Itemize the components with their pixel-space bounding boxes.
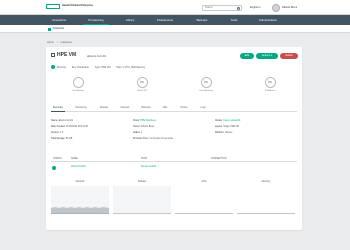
delete-button[interactable]: Delete: [280, 52, 298, 59]
type-text: Type: HPE VM: [94, 65, 111, 69]
language-selector[interactable]: English ▾: [250, 6, 261, 9]
prop-provision-time: Provision Time: 11 minutes 10 seconds: [133, 138, 173, 140]
stat-label: Used Memory: [199, 89, 213, 92]
cloud-link[interactable]: HPE Morpheus: [140, 120, 156, 122]
breadcrumb-home[interactable]: Home: [47, 41, 54, 44]
prop-date-created: Date Created: 11/15/2024 08:14 PM: [51, 126, 88, 128]
logo-text: Hewlett Packard Enterprise: [62, 3, 93, 7]
chart-memory-area: [237, 186, 295, 214]
monitoring-charts: Network Storage CPU Memory: [51, 180, 297, 226]
instance-detail-card: HPE VM alberto-hvm01 Edit Actions ▾ Dele…: [46, 47, 302, 230]
prop-nodes: Nodes: 1: [133, 132, 143, 134]
nav-item-infrastructure[interactable]: Infrastructure: [152, 15, 178, 25]
col-connection: CONNECTION: [211, 157, 227, 160]
stat-ip-address: 0% IP Address: [250, 77, 290, 92]
language-label: English: [250, 5, 259, 9]
nav-item-administration[interactable]: Administration: [253, 15, 283, 25]
nav-item-tools[interactable]: Tools: [227, 15, 241, 25]
instances-icon: [48, 27, 51, 31]
avatar: [272, 3, 280, 12]
prop-layout: Layout: Single HPE VM: [215, 126, 240, 128]
instance-meta: Running Env: Production Type: HPE VM Pla…: [51, 65, 151, 69]
cluster-link[interactable]: hpevm-cluster01: [224, 120, 241, 122]
stat-used-cpu: 0% Used CPU: [122, 77, 162, 92]
nav-item-backups[interactable]: Backups: [193, 15, 211, 25]
environment-text: Env: Production: [71, 65, 89, 69]
prop-name: Name: alberto-hvm01: [51, 120, 74, 122]
stat-label: Used CPU: [136, 89, 148, 92]
breadcrumb-instances[interactable]: Instances: [61, 41, 72, 44]
stat-circle: [72, 77, 84, 88]
page-title: HPE VM: [57, 52, 77, 58]
chart-title: Memory: [261, 180, 271, 183]
plan-text: Plan: 1 CPU, 8GB Memory: [116, 65, 146, 69]
prop-total-storage: Total Storage: 50 GB: [51, 138, 73, 140]
tab-monitoring[interactable]: Monitoring: [72, 106, 90, 112]
tab-wiki[interactable]: Wiki: [160, 106, 170, 112]
breadcrumb-separator: /: [56, 41, 58, 44]
tab-summary[interactable]: Summary: [51, 106, 65, 112]
chevron-down-icon: ▾: [258, 5, 261, 9]
chart-memory: Memory: [237, 180, 295, 224]
instance-name: alberto-hvm01: [87, 53, 107, 58]
chart-network: Network: [51, 180, 109, 224]
chart-title: Storage: [137, 180, 147, 183]
stat-circle: 0%: [136, 77, 148, 88]
prop-owner: Owner: Alberto Bruni: [133, 126, 155, 128]
status-text: Running: [57, 65, 66, 69]
status-ok-icon: [52, 165, 56, 170]
prop-platform: Platform: Ubuntu: [215, 132, 233, 134]
col-status: STATUS: [53, 157, 62, 160]
main-nav: Operations Provisioning Library Infrastr…: [0, 15, 350, 25]
chart-storage-area: [113, 186, 171, 214]
stat-circle: 0%: [200, 77, 212, 88]
stat-last-backup: Last Backup: [58, 77, 98, 92]
tab-storage[interactable]: Storage: [97, 106, 111, 112]
col-host: HOST: [141, 157, 148, 160]
top-bar: Hewlett Packard Enterprise English ▾ Alb…: [0, 0, 350, 15]
tab-history[interactable]: History: [177, 106, 191, 112]
vm-icon: [51, 53, 55, 57]
chart-network-area: [51, 186, 109, 214]
prop-cluster: Cluster: hpevm-cluster01: [215, 120, 241, 122]
tab-logs[interactable]: Logs: [198, 106, 208, 112]
instance-tabs: Summary Monitoring Storage Network Backu…: [51, 106, 297, 112]
table-row: alberto-hvm01 hpevm-node01: [51, 164, 297, 172]
prop-version: Version: 1.0: [51, 132, 64, 134]
stat-used-memory: 0% Used Memory: [186, 77, 226, 92]
chart-cpu: CPU: [175, 180, 233, 224]
stat-label: Last Backup: [71, 89, 85, 92]
search-box[interactable]: [202, 4, 242, 11]
stat-label: IP Address: [264, 89, 276, 92]
user-name: Alberto Bruni: [282, 6, 297, 9]
stat-circle: 0%: [264, 77, 276, 88]
tab-backups[interactable]: Backups: [139, 106, 153, 112]
sub-nav: Instances: [0, 25, 350, 33]
chart-title: CPU: [201, 180, 207, 183]
nav-item-provisioning[interactable]: Provisioning: [83, 15, 109, 25]
nav-item-library[interactable]: Library: [122, 15, 138, 25]
network-sparkline: [51, 207, 109, 214]
hpe-logo-icon: [46, 3, 60, 9]
chart-cpu-area: [175, 186, 233, 214]
chart-storage: Storage: [113, 180, 171, 224]
sub-nav-instances[interactable]: Instances: [53, 27, 64, 30]
status-running-icon: [51, 65, 55, 69]
actions-button[interactable]: Actions ▾: [256, 52, 278, 59]
col-name: NAME: [71, 157, 78, 160]
tab-network[interactable]: Network: [118, 106, 132, 112]
logo[interactable]: Hewlett Packard Enterprise: [46, 3, 93, 9]
breadcrumb: Home / Instances: [47, 41, 75, 44]
row-name-link[interactable]: alberto-hvm01: [71, 166, 86, 168]
row-host-link[interactable]: hpevm-node01: [141, 166, 156, 168]
chart-title: Network: [75, 180, 85, 183]
user-menu[interactable]: Alberto Bruni: [272, 3, 297, 12]
search-input[interactable]: [205, 6, 237, 9]
search-icon[interactable]: [236, 6, 240, 10]
hosts-table-header: STATUS NAME HOST CONNECTION: [51, 157, 297, 162]
nav-item-operations[interactable]: Operations: [49, 15, 69, 25]
edit-button[interactable]: Edit: [240, 52, 254, 59]
prop-cloud: Cloud: HPE Morpheus: [133, 120, 156, 122]
